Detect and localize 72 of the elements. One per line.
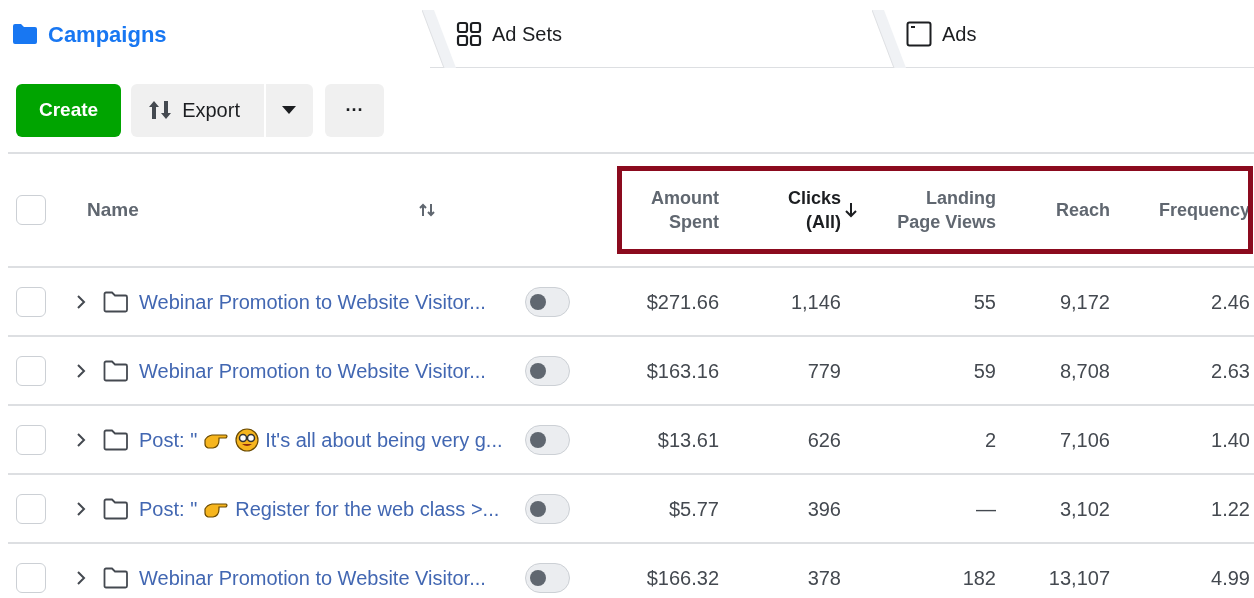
checkbox[interactable] bbox=[16, 195, 46, 225]
folder-icon bbox=[103, 497, 129, 520]
table-cell-text: 55 bbox=[973, 289, 996, 315]
chevron-right-icon[interactable] bbox=[76, 431, 86, 448]
grid-icon bbox=[456, 20, 482, 47]
column-header[interactable]: Name bbox=[87, 195, 419, 225]
column-header[interactable]: Clicks (All) bbox=[781, 186, 841, 234]
caret-icon bbox=[282, 106, 297, 114]
table-cell-text: 2 bbox=[984, 427, 996, 453]
sort-icon[interactable] bbox=[419, 203, 435, 217]
campaign-name-link[interactable]: Webinar Promotion to Website Visitor... bbox=[139, 355, 486, 386]
table-cell-text: $163.16 bbox=[646, 358, 719, 384]
table-cell-text: 2.63 bbox=[1211, 358, 1250, 384]
more-button[interactable]: ··· bbox=[324, 83, 384, 137]
tab[interactable]: Campaigns bbox=[12, 17, 167, 51]
table-cell-text: 7,106 bbox=[1059, 427, 1110, 453]
tab[interactable]: Ads bbox=[906, 18, 977, 49]
checkbox[interactable] bbox=[16, 355, 46, 386]
column-header[interactable]: Reach bbox=[1010, 198, 1110, 222]
table-cell-text: 2.46 bbox=[1211, 289, 1250, 315]
chevron-right-icon[interactable] bbox=[76, 362, 86, 379]
sort-arrow-icon bbox=[845, 202, 857, 218]
dropdown-button[interactable] bbox=[265, 83, 313, 137]
table-cell-text: 9,172 bbox=[1059, 289, 1110, 315]
campaign-name-link[interactable]: Webinar Promotion to Website Visitor... bbox=[139, 562, 486, 593]
export-button[interactable]: Export bbox=[131, 83, 264, 137]
toggle-switch[interactable] bbox=[525, 424, 570, 455]
table-cell-text: $271.66 bbox=[646, 289, 719, 315]
toggle-switch[interactable] bbox=[525, 493, 570, 524]
toggle-switch[interactable] bbox=[525, 562, 570, 593]
campaign-name-link[interactable]: Post: " It's all about being very g... bbox=[139, 424, 503, 455]
table-cell-text: $166.32 bbox=[646, 565, 719, 591]
toggle-switch[interactable] bbox=[525, 355, 570, 386]
table-cell-text: 1.40 bbox=[1211, 427, 1250, 453]
checkbox[interactable] bbox=[16, 424, 46, 455]
checkbox[interactable] bbox=[16, 493, 46, 524]
table-cell-text: 182 bbox=[962, 565, 996, 591]
folder-icon bbox=[103, 428, 129, 451]
table-cell-text: 396 bbox=[807, 496, 841, 522]
create-button[interactable]: Create bbox=[16, 83, 122, 137]
column-header[interactable]: Amount Spent bbox=[619, 186, 719, 234]
table-cell-text: 779 bbox=[807, 358, 841, 384]
campaign-name-link[interactable]: Post: " Register for the web class >... bbox=[139, 493, 500, 524]
campaign-name-link[interactable]: Webinar Promotion to Website Visitor... bbox=[139, 286, 486, 317]
folder-icon bbox=[103, 359, 129, 382]
toggle-switch[interactable] bbox=[525, 286, 570, 317]
table-cell-text: 8,708 bbox=[1059, 358, 1110, 384]
table-cell-text: 3,102 bbox=[1059, 496, 1110, 522]
column-header[interactable]: Landing Page Views bbox=[896, 186, 996, 234]
sort-icon bbox=[148, 100, 173, 120]
table-cell-text: 1,146 bbox=[790, 289, 841, 315]
window-icon bbox=[906, 20, 932, 47]
table-cell-text: 626 bbox=[807, 427, 841, 453]
table-cell-text: 378 bbox=[807, 565, 841, 591]
chevron-right-icon[interactable] bbox=[76, 569, 86, 586]
folder-icon bbox=[103, 290, 129, 313]
folder-icon bbox=[103, 566, 129, 589]
table-cell-text: — bbox=[976, 496, 996, 522]
table-cell-text: $5.77 bbox=[668, 496, 719, 522]
nerd-face-icon bbox=[235, 427, 260, 452]
table-cell-text: 4.99 bbox=[1211, 565, 1250, 591]
table-cell-text: $13.61 bbox=[657, 427, 719, 453]
checkbox[interactable] bbox=[16, 286, 46, 317]
checkbox[interactable] bbox=[16, 562, 46, 593]
tab[interactable]: Ad Sets bbox=[456, 18, 563, 49]
table-cell-text: 59 bbox=[973, 358, 996, 384]
table-cell-text: 1.22 bbox=[1211, 496, 1250, 522]
chevron-right-icon[interactable] bbox=[76, 500, 86, 517]
folder-icon bbox=[12, 23, 38, 45]
table-cell-text: 13,107 bbox=[1048, 565, 1110, 591]
chevron-right-icon[interactable] bbox=[76, 293, 86, 310]
column-header[interactable]: Frequency bbox=[1140, 198, 1250, 222]
